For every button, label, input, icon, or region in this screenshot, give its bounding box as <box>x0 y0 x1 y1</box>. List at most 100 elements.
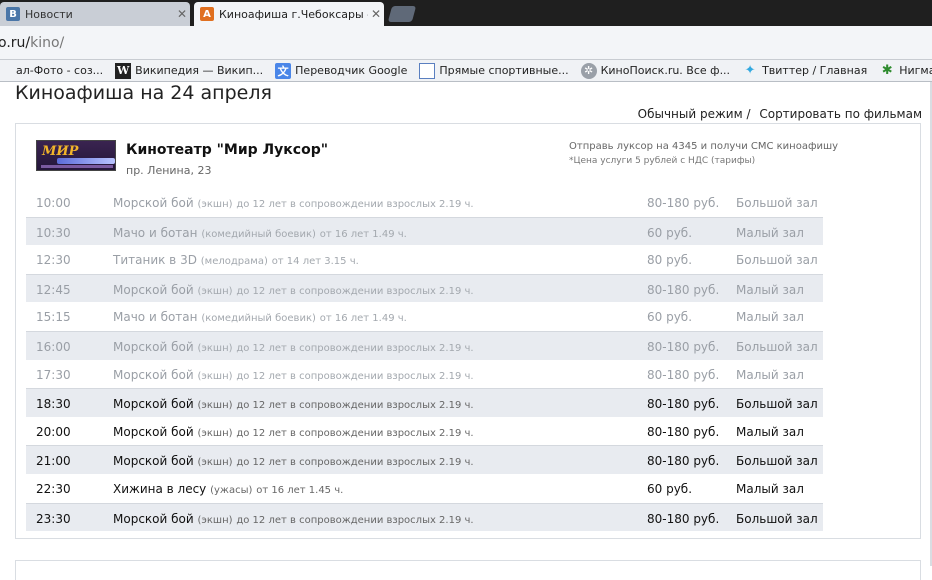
film-age-duration: до 12 лет в сопровождении взрослых 2.19 … <box>236 342 474 354</box>
film-genre: (экшн) <box>197 400 233 412</box>
bookmark-wikipedia[interactable]: W Википедия — Викип... <box>115 62 263 79</box>
film-age-duration: до 12 лет в сопровождении взрослых 2.19 … <box>236 427 474 439</box>
session-film: Морской бой (экшн) до 12 лет в сопровожд… <box>113 283 474 297</box>
session-film: Морской бой (экшн) до 12 лет в сопровожд… <box>113 454 474 468</box>
next-cinema-card <box>15 560 921 580</box>
session-time: 17:30 <box>36 367 71 382</box>
film-title-link[interactable]: Морской бой <box>113 397 194 411</box>
session-time: 15:15 <box>36 310 71 325</box>
film-age-duration: до 12 лет в сопровождении взрослых 2.19 … <box>236 199 474 210</box>
url-host: o.ru/ <box>0 35 31 51</box>
session-hall: Малый зал <box>736 424 804 439</box>
session-price: 80-180 руб. <box>647 282 720 297</box>
session-price: 80 руб. <box>647 253 693 268</box>
session-hall: Большой зал <box>736 196 818 210</box>
session-row: 20:00 Морской бой (экшн) до 12 лет в сопр… <box>26 417 823 446</box>
session-film: Хижина в лесу (ужасы) от 16 лет 1.45 ч. <box>113 482 343 496</box>
session-time: 22:30 <box>36 481 71 496</box>
session-row: 10:00 Морской бой (экшн) до 12 лет в сопр… <box>26 188 823 217</box>
tab-kinoafisha[interactable]: A Киноафиша г.Чебоксары - р ✕ <box>194 2 384 26</box>
vk-icon: B <box>6 7 20 21</box>
session-hall: Большой зал <box>736 454 818 469</box>
film-genre: (экшн) <box>197 457 233 469</box>
session-price: 80-180 руб. <box>647 196 720 210</box>
session-film: Титаник в 3D (мелодрама) от 14 лет 3.15 … <box>113 253 359 267</box>
view-mode-switch: Обычный режим / Сортировать по фильмам <box>638 107 922 121</box>
logo-text: МИР <box>42 144 79 159</box>
film-age-duration: до 12 лет в сопровождении взрослых 2.19 … <box>236 514 474 526</box>
session-row: 17:30 Морской бой (экшн) до 12 лет в сопр… <box>26 360 823 389</box>
session-hall: Большой зал <box>736 397 818 412</box>
session-film: Мачо и ботан (комедийный боевик) от 16 л… <box>113 310 407 324</box>
film-age-duration: до 12 лет в сопровождении взрослых 2.19 … <box>236 285 474 297</box>
nigma-icon: ✱ <box>881 63 893 78</box>
film-title-link[interactable]: Мачо и ботан <box>113 226 198 240</box>
session-row: 10:30 Мачо и ботан (комедийный боевик) от… <box>26 216 823 246</box>
bookmark-photo[interactable]: ал-Фото - coз... <box>0 63 103 79</box>
film-age-duration: от 16 лет 1.45 ч. <box>256 484 344 496</box>
cinema-address: пр. Ленина, 23 <box>126 164 212 177</box>
bookmark-google-translate[interactable]: 文 Переводчик Google <box>275 62 407 79</box>
film-genre: (ужасы) <box>210 484 253 496</box>
sort-by-film-link[interactable]: Сортировать по фильмам <box>759 107 922 121</box>
tab-news[interactable]: B Новости ✕ <box>0 2 190 26</box>
session-hall: Большой зал <box>736 511 818 526</box>
film-title-link[interactable]: Морской бой <box>113 425 194 439</box>
close-icon[interactable]: ✕ <box>368 7 384 21</box>
bookmark-twitter[interactable]: ✦ Твиттер / Главная <box>742 63 868 79</box>
new-tab-button[interactable] <box>387 6 417 22</box>
tab-title: Новости <box>25 7 73 21</box>
session-row: 22:30 Хижина в лесу (ужасы) от 16 лет 1.4… <box>26 474 823 503</box>
mode-separator: / <box>746 107 751 121</box>
film-age-duration: от 14 лет 3.15 ч. <box>271 256 359 268</box>
film-title-link[interactable]: Морской бой <box>113 454 194 468</box>
film-reel-icon: ✲ <box>580 62 597 79</box>
session-film: Морской бой (экшн) до 12 лет в сопровожд… <box>113 425 474 439</box>
page-content: Киноафиша на 24 апреля Обычный режим / С… <box>0 82 932 580</box>
film-title-link[interactable]: Морской бой <box>113 196 194 210</box>
session-film: Морской бой (экшн) до 12 лет в сопровожд… <box>113 340 474 354</box>
session-film: Мачо и ботан (комедийный боевик) от 16 л… <box>113 226 407 240</box>
logo-graphic <box>57 158 115 164</box>
film-title-link[interactable]: Хижина в лесу <box>113 482 206 496</box>
film-age-duration: до 12 лет в сопровождении взрослых 2.19 … <box>236 457 474 469</box>
session-hall: Малый зал <box>736 225 804 240</box>
close-icon[interactable]: ✕ <box>174 7 190 21</box>
session-hall: Малый зал <box>736 282 804 297</box>
cinema-name[interactable]: Кинотеатр "Мир Луксор" <box>126 142 328 158</box>
session-time: 16:00 <box>36 339 71 354</box>
film-title-link[interactable]: Морской бой <box>113 368 194 382</box>
photo-icon <box>0 63 12 79</box>
address-bar[interactable]: o.ru/kino/ <box>0 26 932 60</box>
film-title-link[interactable]: Морской бой <box>113 283 194 297</box>
film-genre: (экшн) <box>197 427 233 439</box>
film-title-link[interactable]: Титаник в 3D <box>113 253 197 267</box>
sms-promo: Отправь луксор на 4345 и получи СМС кино… <box>569 141 839 152</box>
session-price: 80-180 руб. <box>647 397 720 412</box>
cinema-card: МИР Кинотеатр "Мир Луксор" пр. Ленина, 2… <box>15 123 921 539</box>
session-row: 15:15 Мачо и ботан (комедийный боевик) от… <box>26 302 823 331</box>
page-title: Киноафиша на 24 апреля <box>15 82 272 104</box>
twitter-icon: ✦ <box>744 63 756 78</box>
bookmark-nigma[interactable]: ✱ Нигма - интеллекту... <box>879 63 932 79</box>
film-title-link[interactable]: Морской бой <box>113 512 194 526</box>
url-field[interactable]: o.ru/kino/ <box>0 35 64 51</box>
film-genre: (экшн) <box>197 342 233 354</box>
session-row: 12:30 Титаник в 3D (мелодрама) от 14 лет … <box>26 245 823 274</box>
film-genre: (комедийный боевик) <box>201 228 316 240</box>
film-genre: (экшн) <box>197 370 233 382</box>
page-icon <box>419 62 436 79</box>
session-time: 23:30 <box>36 511 71 526</box>
normal-mode-link[interactable]: Обычный режим <box>638 107 743 121</box>
cinema-logo[interactable]: МИР <box>36 140 116 171</box>
session-row: 16:00 Морской бой (экшн) до 12 лет в сопр… <box>26 330 823 360</box>
session-price: 80-180 руб. <box>647 339 720 354</box>
bookmark-label: КиноПоиск.ru. Все ф... <box>600 64 731 77</box>
bookmark-kinopoisk[interactable]: ✲ КиноПоиск.ru. Все ф... <box>580 62 731 79</box>
film-title-link[interactable]: Мачо и ботан <box>113 310 198 324</box>
bookmark-sports[interactable]: Прямые спортивные... <box>419 62 569 79</box>
session-price: 80-180 руб. <box>647 454 720 469</box>
session-hall: Малый зал <box>736 481 804 496</box>
session-price: 60 руб. <box>647 310 693 325</box>
film-title-link[interactable]: Морской бой <box>113 340 194 354</box>
